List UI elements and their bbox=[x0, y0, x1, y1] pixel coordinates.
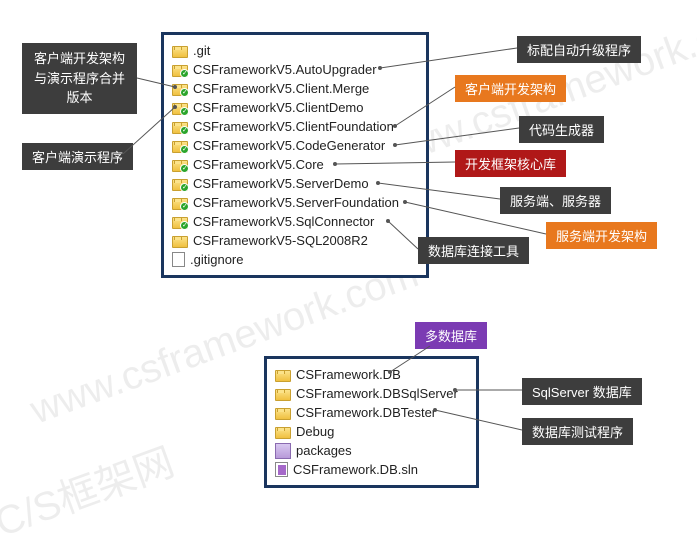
check-badge-icon bbox=[180, 202, 189, 211]
package-icon bbox=[275, 443, 291, 459]
list-item[interactable]: CSFrameworkV5.AutoUpgrader bbox=[172, 60, 418, 79]
callout-client-foundation: 客户端开发架构 bbox=[455, 75, 566, 102]
folder-icon bbox=[172, 103, 188, 115]
check-badge-icon bbox=[180, 145, 189, 154]
list-item[interactable]: CSFrameworkV5.CodeGenerator bbox=[172, 136, 418, 155]
list-item[interactable]: CSFramework.DBSqlServer bbox=[275, 384, 468, 403]
callout-multidb: 多数据库 bbox=[415, 322, 487, 349]
folder-icon bbox=[172, 160, 188, 172]
callout-dbtester: 数据库测试程序 bbox=[522, 418, 633, 445]
item-label: CSFrameworkV5.CodeGenerator bbox=[193, 138, 385, 153]
list-item[interactable]: CSFrameworkV5.ServerDemo bbox=[172, 174, 418, 193]
item-label: CSFrameworkV5.ServerDemo bbox=[193, 176, 369, 191]
list-item[interactable]: .gitignore bbox=[172, 250, 418, 269]
item-label: CSFrameworkV5.AutoUpgrader bbox=[193, 62, 377, 77]
item-label: CSFrameworkV5-SQL2008R2 bbox=[193, 233, 368, 248]
folder-icon bbox=[275, 427, 291, 439]
folder-icon bbox=[275, 370, 291, 382]
check-badge-icon bbox=[180, 183, 189, 192]
callout-client-demo: 客户端演示程序 bbox=[22, 143, 133, 170]
item-label: CSFrameworkV5.ClientFoundation bbox=[193, 119, 394, 134]
list-item[interactable]: .git bbox=[172, 41, 418, 60]
item-label: CSFrameworkV5.Client.Merge bbox=[193, 81, 369, 96]
folder-icon bbox=[172, 141, 188, 153]
callout-server-foundation: 服务端开发架构 bbox=[546, 222, 657, 249]
folder-panel-db: CSFramework.DB CSFramework.DBSqlServer C… bbox=[264, 356, 479, 488]
folder-icon bbox=[172, 236, 188, 248]
list-item[interactable]: CSFrameworkV5.ClientFoundation bbox=[172, 117, 418, 136]
folder-icon bbox=[172, 84, 188, 96]
list-item[interactable]: CSFrameworkV5.ServerFoundation bbox=[172, 193, 418, 212]
item-label: CSFramework.DB bbox=[296, 367, 401, 382]
check-badge-icon bbox=[180, 107, 189, 116]
list-item[interactable]: CSFrameworkV5.Core bbox=[172, 155, 418, 174]
check-badge-icon bbox=[180, 69, 189, 78]
item-label: CSFramework.DBSqlServer bbox=[296, 386, 458, 401]
list-item[interactable]: CSFramework.DBTester bbox=[275, 403, 468, 422]
list-item[interactable]: CSFramework.DB.sln bbox=[275, 460, 468, 479]
list-item[interactable]: CSFramework.DB bbox=[275, 365, 468, 384]
folder-icon bbox=[172, 122, 188, 134]
text: 版本 bbox=[66, 88, 92, 108]
item-label: .gitignore bbox=[190, 252, 243, 267]
list-item[interactable]: Debug bbox=[275, 422, 468, 441]
check-badge-icon bbox=[180, 164, 189, 173]
sln-file-icon bbox=[275, 462, 288, 477]
item-label: CSFrameworkV5.ClientDemo bbox=[193, 100, 364, 115]
callout-sqlconnector: 数据库连接工具 bbox=[418, 237, 529, 264]
folder-icon bbox=[172, 198, 188, 210]
list-item[interactable]: CSFrameworkV5-SQL2008R2 bbox=[172, 231, 418, 250]
item-label: CSFrameworkV5.ServerFoundation bbox=[193, 195, 399, 210]
check-badge-icon bbox=[180, 88, 189, 97]
item-label: CSFramework.DB.sln bbox=[293, 462, 418, 477]
folder-panel-main: .git CSFrameworkV5.AutoUpgrader CSFramew… bbox=[161, 32, 429, 278]
item-label: CSFrameworkV5.SqlConnector bbox=[193, 214, 374, 229]
callout-server: 服务端、服务器 bbox=[500, 187, 611, 214]
folder-icon bbox=[275, 408, 291, 420]
file-icon bbox=[172, 252, 185, 267]
list-item[interactable]: CSFrameworkV5.ClientDemo bbox=[172, 98, 418, 117]
item-label: Debug bbox=[296, 424, 334, 439]
watermark: C/S框架网 bbox=[0, 430, 181, 548]
callout-codegen: 代码生成器 bbox=[519, 116, 604, 143]
check-badge-icon bbox=[180, 126, 189, 135]
text: 与演示程序合并 bbox=[34, 69, 125, 89]
list-item[interactable]: CSFrameworkV5.Client.Merge bbox=[172, 79, 418, 98]
check-badge-icon bbox=[180, 221, 189, 230]
folder-icon bbox=[172, 179, 188, 191]
item-label: CSFrameworkV5.Core bbox=[193, 157, 324, 172]
folder-icon bbox=[172, 217, 188, 229]
list-item[interactable]: CSFrameworkV5.SqlConnector bbox=[172, 212, 418, 231]
text: 客户端开发架构 bbox=[34, 49, 125, 69]
item-label: .git bbox=[193, 43, 210, 58]
callout-client-merge: 客户端开发架构 与演示程序合并 版本 bbox=[22, 43, 137, 114]
list-item[interactable]: packages bbox=[275, 441, 468, 460]
callout-autoupgrader: 标配自动升级程序 bbox=[517, 36, 641, 63]
item-label: packages bbox=[296, 443, 352, 458]
folder-icon bbox=[172, 46, 188, 58]
callout-sqlserver: SqlServer 数据库 bbox=[522, 378, 642, 405]
folder-icon bbox=[275, 389, 291, 401]
callout-core: 开发框架核心库 bbox=[455, 150, 566, 177]
item-label: CSFramework.DBTester bbox=[296, 405, 436, 420]
folder-icon bbox=[172, 65, 188, 77]
